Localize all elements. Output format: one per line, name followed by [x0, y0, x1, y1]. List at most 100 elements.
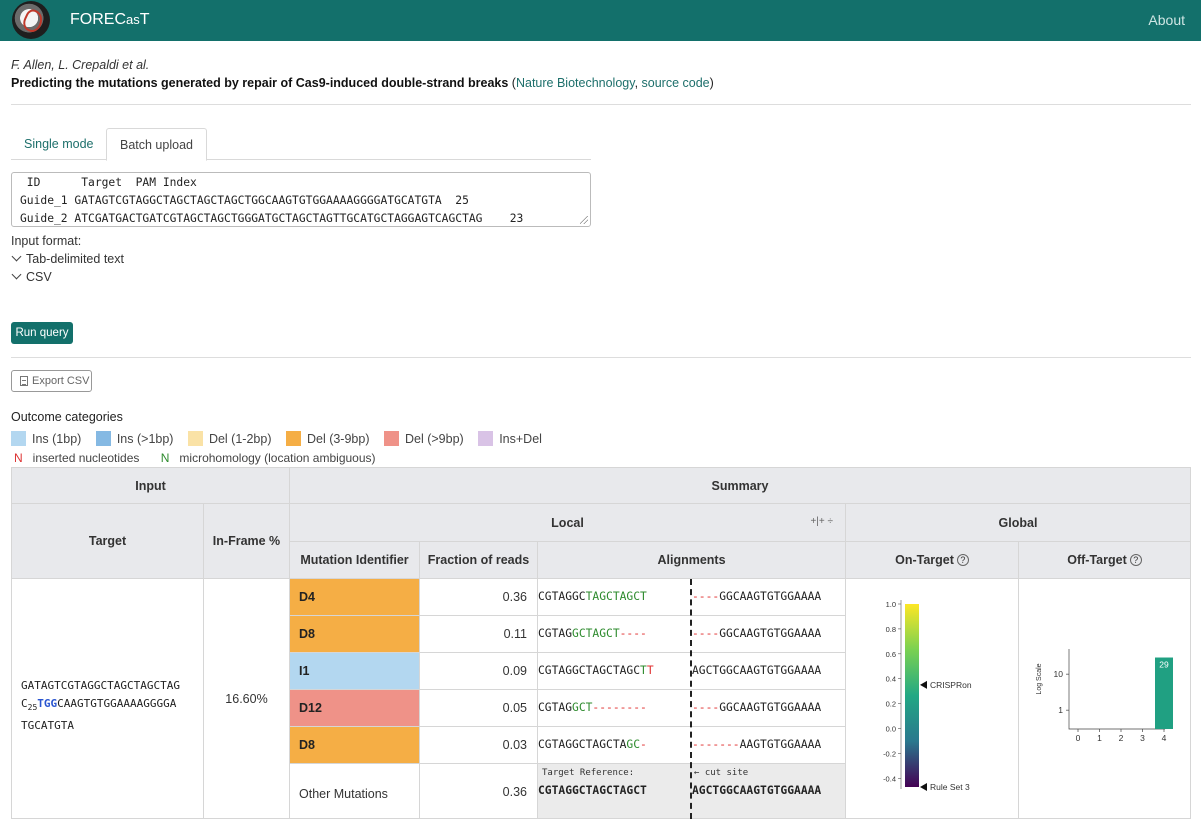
header-summary: Summary	[290, 467, 1191, 504]
cut-site-label: ← cut site	[694, 768, 749, 778]
legend-swatch	[187, 431, 203, 446]
other-mutations-fraction: 0.36	[420, 764, 538, 819]
scale-tick-label: -0.2	[883, 749, 896, 758]
scale-tick-label: 0.2	[886, 700, 896, 709]
legend-item: Del (1-2bp)	[187, 431, 271, 446]
y-tick-label: 1	[1058, 705, 1063, 715]
scale-tick-label: 1.0	[886, 600, 896, 609]
mutation-fraction: 0.11	[420, 616, 538, 653]
x-tick-label: 4	[1162, 733, 1167, 743]
inframe-value: 16.60%	[204, 579, 290, 819]
y-tick-label: 10	[1054, 669, 1064, 679]
chevron-down-icon	[11, 251, 22, 262]
resize-handle-icon[interactable]	[580, 216, 588, 224]
header-input: Input	[11, 467, 290, 504]
legend-item: Ins+Del	[478, 431, 542, 446]
x-tick-label: 2	[1119, 733, 1124, 743]
header-local: Local +|+ ÷	[290, 504, 846, 542]
header-global: Global	[846, 504, 1191, 542]
paper-citation: Predicting the mutations generated by re…	[11, 76, 714, 90]
header-on-target: On-Target?	[846, 542, 1019, 579]
off-target-cell: 1 10 Log Scale 0 1 2 3 4 29	[1019, 579, 1191, 819]
on-target-scale: 1.0 0.8 0.6 0.4 0.2 0.0 -0.2 -0.4 CRISPRon Rule S…	[883, 600, 972, 792]
file-icon	[20, 376, 28, 386]
mutation-id: D8	[290, 616, 420, 653]
mutation-fraction: 0.36	[420, 579, 538, 616]
help-icon[interactable]: ?	[956, 554, 969, 566]
journal-link[interactable]: Nature Biotechnology	[516, 76, 635, 90]
scale-tick-label: -0.4	[883, 774, 896, 783]
mutation-fraction: 0.03	[420, 727, 538, 764]
off-target-chart: 1 10 Log Scale 0 1 2 3 4 29	[1036, 649, 1173, 743]
legend-item: Del (3-9bp)	[285, 431, 370, 446]
header-target: Target	[11, 504, 204, 579]
app-title[interactable]: FORECasT	[70, 11, 150, 29]
format-option-csv[interactable]: CSV	[11, 269, 52, 284]
divider	[11, 104, 1191, 105]
help-icon[interactable]: ?	[1129, 554, 1142, 566]
mutation-fraction: 0.09	[420, 653, 538, 690]
mutation-alignment: CGTAGGCTAGCTAGCTT AGCTGGCAAGTGTGGAAAA	[538, 653, 846, 690]
mode-tabs: Single mode Batch upload	[11, 128, 591, 161]
tab-batch-upload[interactable]: Batch upload	[106, 128, 207, 161]
target-sequence: GATAGTCGTAGGCTAGCTAGCTAG C25TGGCAAGTGTGG…	[11, 579, 204, 819]
mutation-id: I1	[290, 653, 420, 690]
mutation-id: D8	[290, 727, 420, 764]
run-query-button[interactable]: Run query	[11, 322, 73, 344]
legend-swatch	[285, 431, 301, 446]
header-fraction: Fraction of reads	[420, 542, 538, 579]
mutation-id: D4	[290, 579, 420, 616]
mutation-alignment: CGTAGGCTAGCTAGCT ----GGCAAGTGTGGAAAA	[538, 579, 846, 616]
mutation-alignment: CGTAGGCTAGCT---- ----GGCAAGTGTGGAAAA	[538, 616, 846, 653]
score-marker-icon	[920, 680, 927, 689]
header-alignments: Alignments	[538, 542, 846, 579]
scale-tick-label: 0.4	[886, 675, 896, 684]
legend-swatch	[11, 431, 26, 446]
legend-swatch	[383, 431, 399, 446]
scale-tick-label: 0.6	[886, 650, 896, 659]
bar-data-label: 29	[1159, 660, 1169, 670]
outcome-categories-title: Outcome categories	[11, 410, 123, 424]
paper-authors: F. Allen, L. Crepaldi et al.	[11, 58, 150, 72]
score-marker-icon	[920, 783, 927, 791]
mutation-fraction: 0.05	[420, 690, 538, 727]
scale-tick-label: 0.0	[886, 724, 896, 733]
x-tick-label: 0	[1076, 733, 1081, 743]
source-code-link[interactable]: source code	[642, 76, 710, 90]
export-csv-button[interactable]: Export CSV	[11, 370, 92, 392]
legend-swatch	[95, 431, 111, 446]
y-axis-label: Log Scale	[1036, 663, 1043, 694]
mutation-alignment: CGTAGGCTAGCTAGC- -------AAGTGTGGAAAA	[538, 727, 846, 764]
mutation-alignment: CGTAGGCT-------- ----GGCAAGTGTGGAAAA	[538, 690, 846, 727]
forecast-logo-icon[interactable]	[12, 1, 50, 39]
score-marker-label: CRISPRon	[930, 680, 972, 690]
header-inframe: In-Frame %	[204, 504, 290, 579]
scale-tick-label: 0.8	[886, 625, 896, 634]
divider	[11, 357, 1191, 358]
nucleotide-legend: Ninserted nucleotides Nmicrohomology (lo…	[14, 451, 376, 465]
format-option-tab[interactable]: Tab-delimited text	[11, 251, 124, 266]
header-mutation-id: Mutation Identifier	[290, 542, 420, 579]
batch-input-textarea[interactable]: ID Target PAM Index Guide_1 GATAGTCGTAGGC…	[11, 172, 591, 227]
on-target-cell: 1.0 0.8 0.6 0.4 0.2 0.0 -0.2 -0.4 CRISPRon Rule S…	[846, 579, 1019, 819]
about-link[interactable]: About	[1148, 12, 1185, 28]
cut-site-line	[690, 579, 692, 819]
target-reference: Target Reference: ← cut site CGTAGGCTAGC…	[538, 764, 846, 819]
legend-item: Ins (1bp)	[11, 431, 81, 446]
chevron-down-icon	[11, 269, 22, 280]
mutation-id: D12	[290, 690, 420, 727]
legend-item: Del (>9bp)	[383, 431, 464, 446]
expand-collapse-icon[interactable]: +|+ ÷	[810, 516, 833, 527]
outcome-legend: Ins (1bp) Ins (>1bp) Del (1-2bp) Del (3-…	[11, 431, 553, 446]
score-marker-label: Rule Set 3	[930, 782, 970, 792]
header-off-target: Off-Target?	[1019, 542, 1191, 579]
x-tick-label: 1	[1097, 733, 1102, 743]
top-navbar: FORECasT About	[0, 0, 1201, 41]
input-format-label: Input format:	[11, 234, 82, 248]
legend-item: Ins (>1bp)	[95, 431, 173, 446]
legend-swatch	[478, 431, 494, 446]
paper-title: Predicting the mutations generated by re…	[11, 76, 509, 90]
x-tick-label: 3	[1140, 733, 1145, 743]
colorbar	[905, 604, 919, 787]
tab-single-mode[interactable]: Single mode	[11, 128, 107, 160]
